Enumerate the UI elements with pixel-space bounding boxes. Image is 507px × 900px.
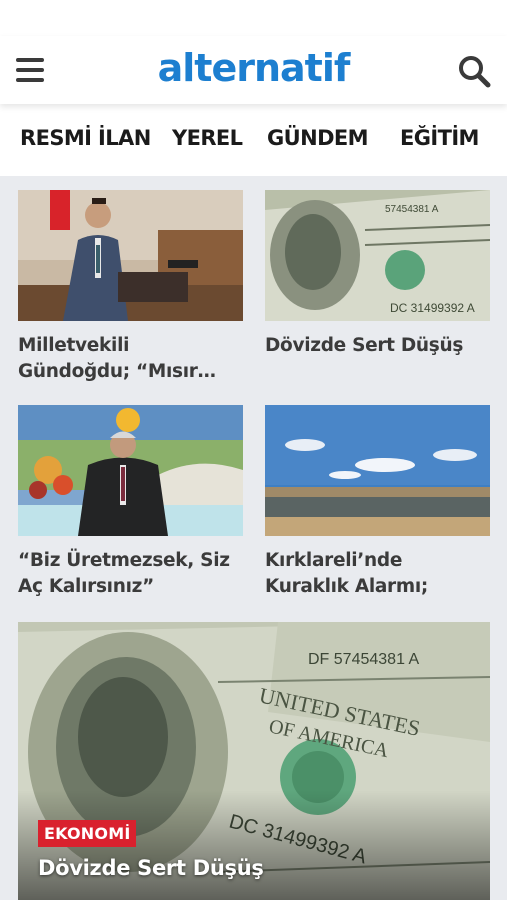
app-header: alternatif [0, 36, 507, 104]
news-feed: Milletvekili Gündoğdu; “Mısır… DC 314993… [0, 176, 507, 900]
news-card[interactable]: Milletvekili Gündoğdu; “Mısır… [18, 190, 243, 385]
nav-item-yerel[interactable]: YEREL [172, 126, 243, 150]
svg-text:DC 31499392 A: DC 31499392 A [390, 301, 475, 315]
category-badge[interactable]: EKONOMİ [38, 820, 137, 847]
news-card-title: Milletvekili Gündoğdu; “Mısır… [18, 335, 216, 382]
featured-title: Dövizde Sert Düşüş [38, 856, 264, 880]
search-icon[interactable] [457, 54, 491, 88]
nav-item-resmi-ilan[interactable]: RESMİ İLAN [20, 126, 151, 150]
news-card-title: Kırklareli’nde Kuraklık Alarmı; Yüzde 20… [265, 550, 429, 597]
news-card-title: Dövizde Sert Düşüş [265, 335, 464, 356]
news-card-title: “Biz Üretmezsek, Siz Aç Kalırsınız” [18, 550, 230, 597]
site-logo[interactable]: alternatif [0, 46, 507, 90]
svg-text:DF 57454381 A: DF 57454381 A [308, 651, 420, 668]
news-thumbnail [18, 405, 243, 536]
news-card[interactable]: Kırklareli’nde Kuraklık Alarmı; Yüzde 20… [265, 405, 490, 600]
featured-news-card[interactable]: DC 31499392 A DF 57454381 A UNITED STATE… [18, 622, 490, 900]
category-nav: RESMİ İLAN YEREL GÜNDEM EĞİTİM [0, 104, 507, 176]
status-bar [0, 0, 507, 36]
news-thumbnail [265, 405, 490, 536]
news-thumbnail: DC 31499392 A 57454381 A [265, 190, 490, 321]
news-card[interactable]: “Biz Üretmezsek, Siz Aç Kalırsınız” [18, 405, 243, 600]
news-thumbnail [18, 190, 243, 321]
nav-item-gundem[interactable]: GÜNDEM [267, 126, 369, 150]
news-card[interactable]: DC 31499392 A 57454381 A Dövizde Sert Dü… [265, 190, 490, 385]
svg-text:57454381 A: 57454381 A [385, 204, 439, 215]
nav-item-egitim[interactable]: EĞİTİM [400, 126, 479, 150]
